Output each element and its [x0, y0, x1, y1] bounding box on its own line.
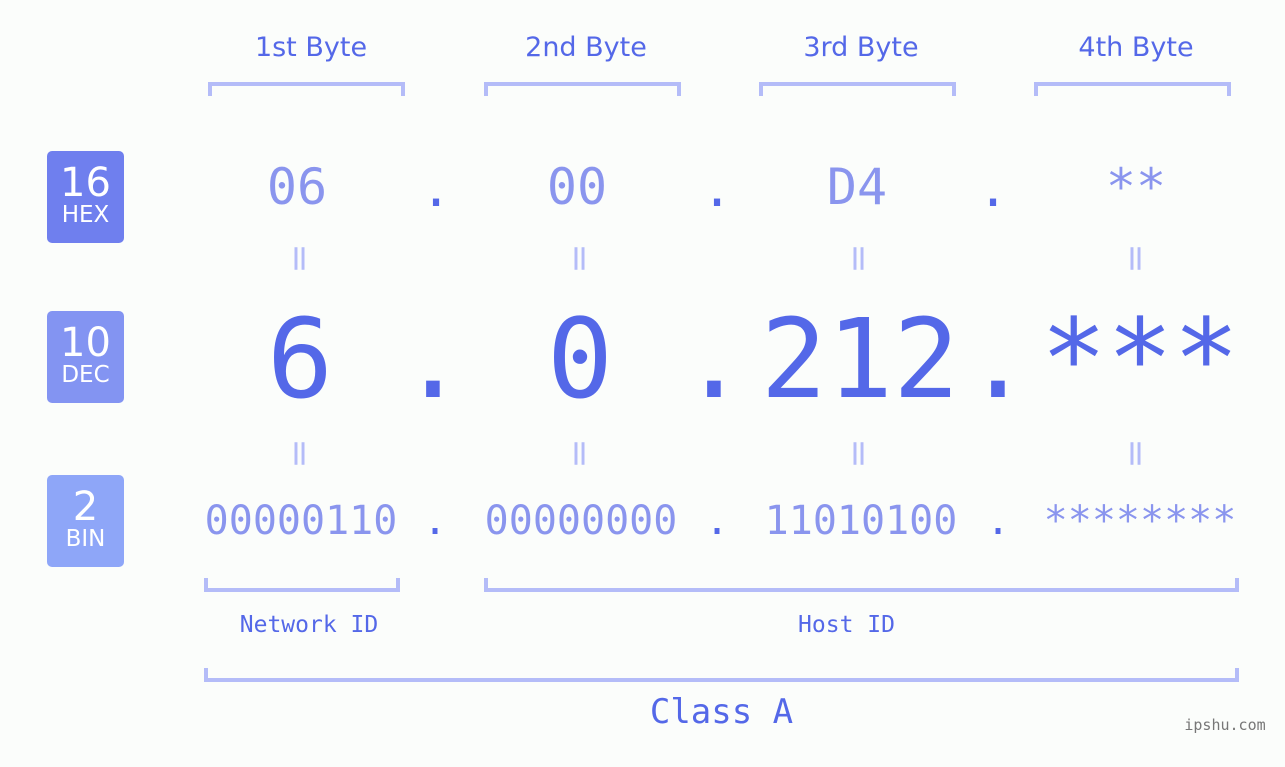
hex-badge-number: 16	[60, 160, 111, 206]
bin-badge: 2 BIN	[47, 475, 124, 567]
hex-byte-2: 00	[546, 158, 608, 216]
dec-byte-2: 0	[546, 295, 614, 423]
byte-header-4: 4th Byte	[1078, 32, 1194, 63]
bin-byte-2: 00000000	[484, 498, 678, 544]
dec-badge: 10 DEC	[47, 311, 124, 403]
class-bracket	[204, 668, 1239, 682]
byte-header-1: 1st Byte	[254, 32, 368, 63]
bin-badge-label: BIN	[65, 526, 106, 552]
network-id-bracket	[204, 578, 400, 592]
bin-byte-1: 00000110	[204, 498, 398, 544]
byte-bracket-4	[1034, 82, 1231, 96]
bin-separator-2: .	[704, 498, 730, 544]
bin-byte-4: ********	[1043, 498, 1237, 544]
dec-badge-number: 10	[60, 320, 111, 366]
host-id-label: Host ID	[798, 612, 895, 638]
byte-bracket-2	[484, 82, 681, 96]
byte-bracket-1	[208, 82, 405, 96]
hex-separator-2: .	[701, 160, 733, 218]
dec-separator-3: .	[964, 295, 1032, 423]
equals-hex-dec-1: =	[279, 243, 321, 274]
equals-dec-bin-1: =	[279, 438, 321, 469]
dec-byte-4: ***	[1040, 295, 1240, 423]
equals-hex-dec-2: =	[559, 243, 601, 274]
hex-byte-3: D4	[826, 158, 888, 216]
bin-badge-number: 2	[72, 484, 99, 530]
equals-dec-bin-4: =	[1115, 438, 1157, 469]
host-id-bracket	[484, 578, 1239, 592]
dec-byte-3: 212	[760, 295, 960, 423]
watermark: ipshu.com	[1184, 716, 1266, 734]
hex-byte-4: **	[1105, 158, 1167, 216]
dec-badge-label: DEC	[61, 362, 110, 388]
bin-separator-1: .	[422, 498, 448, 544]
dec-separator-1: .	[399, 295, 467, 423]
byte-header-2: 2nd Byte	[525, 32, 647, 63]
bin-separator-3: .	[985, 498, 1011, 544]
bin-byte-3: 11010100	[764, 498, 958, 544]
hex-separator-1: .	[420, 160, 452, 218]
equals-hex-dec-4: =	[1115, 243, 1157, 274]
class-label: Class A	[649, 692, 794, 732]
hex-badge: 16 HEX	[47, 151, 124, 243]
equals-dec-bin-2: =	[559, 438, 601, 469]
network-id-label: Network ID	[239, 612, 379, 638]
dec-separator-2: .	[680, 295, 748, 423]
equals-dec-bin-3: =	[838, 438, 880, 469]
hex-badge-label: HEX	[61, 202, 110, 228]
equals-hex-dec-3: =	[838, 243, 880, 274]
byte-bracket-3	[759, 82, 956, 96]
hex-separator-3: .	[977, 160, 1009, 218]
dec-byte-1: 6	[266, 295, 334, 423]
byte-header-3: 3rd Byte	[803, 32, 919, 63]
hex-byte-1: 06	[266, 158, 328, 216]
